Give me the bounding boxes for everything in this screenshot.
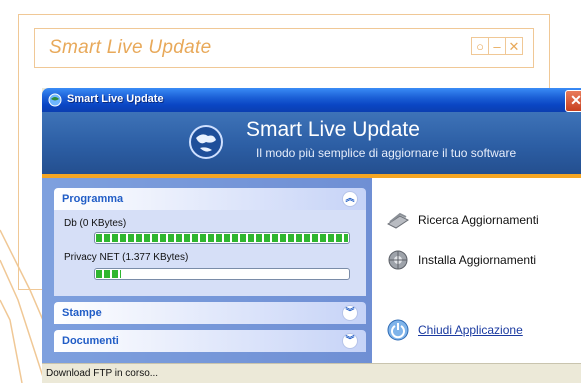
group-body-programma: Db (0 KBytes) Privacy NET (1.377 KBytes) <box>54 210 366 296</box>
search-updates-action[interactable]: Ricerca Aggiornamenti <box>386 208 539 232</box>
app-window: Smart Live Update ✕ Smart Live Update Il… <box>42 88 581 383</box>
background-titlebar: Smart Live Update ○ – ✕ <box>34 28 534 68</box>
background-minimize-icon: – <box>488 37 506 55</box>
actions-panel: Ricerca Aggiornamenti Installa Aggiornam… <box>372 178 581 363</box>
background-close-icon: ✕ <box>505 37 523 55</box>
action-label: Ricerca Aggiornamenti <box>418 213 539 227</box>
group-documenti: Documenti ︾ <box>54 330 366 352</box>
chevron-down-icon[interactable]: ︾ <box>342 333 358 349</box>
app-icon <box>48 93 62 107</box>
group-label: Stampe <box>62 307 102 319</box>
background-title: Smart Live Update <box>49 37 212 58</box>
header-title: Smart Live Update <box>246 118 420 141</box>
status-text: Download FTP in corso... <box>46 368 159 379</box>
task-panel: Programma ︽ Db (0 KBytes) Privacy NET (1… <box>42 178 372 363</box>
install-updates-action[interactable]: Installa Aggiornamenti <box>386 248 536 272</box>
window-title: Smart Live Update <box>67 93 164 105</box>
progress-bar-privacy-net <box>94 268 350 280</box>
window-close-button[interactable]: ✕ <box>565 90 581 112</box>
group-stampe: Stampe ︾ <box>54 302 366 324</box>
status-bar: Download FTP in corso... <box>42 363 581 383</box>
scanner-icon <box>387 212 409 229</box>
chevron-down-icon[interactable]: ︾ <box>342 305 358 321</box>
group-header-documenti[interactable]: Documenti ︾ <box>54 330 366 352</box>
power-icon <box>387 319 409 341</box>
app-header: Smart Live Update Il modo più semplice d… <box>42 112 581 174</box>
action-label: Installa Aggiornamenti <box>418 253 537 267</box>
globe-gear-icon <box>388 250 408 270</box>
chevron-up-icon[interactable]: ︽ <box>342 191 358 207</box>
main-content: Programma ︽ Db (0 KBytes) Privacy NET (1… <box>42 178 581 363</box>
background-window-buttons: ○ – ✕ <box>471 37 523 55</box>
group-label: Programma <box>62 193 124 205</box>
progress-label-privacy-net: Privacy NET (1.377 KBytes) <box>64 252 189 263</box>
group-header-stampe[interactable]: Stampe ︾ <box>54 302 366 324</box>
close-application-action[interactable]: Chiudi Applicazione <box>386 318 523 342</box>
progress-bar-db <box>94 232 350 244</box>
group-label: Documenti <box>62 335 119 347</box>
group-header-programma[interactable]: Programma ︽ <box>54 188 366 210</box>
background-restore-icon: ○ <box>471 37 489 55</box>
header-subtitle: Il modo più semplice di aggiornare il tu… <box>256 146 517 160</box>
globe-icon <box>189 125 223 159</box>
close-application-link[interactable]: Chiudi Applicazione <box>418 323 523 337</box>
window-titlebar[interactable]: Smart Live Update ✕ <box>42 88 581 112</box>
progress-label-db: Db (0 KBytes) <box>64 218 127 229</box>
group-programma: Programma ︽ Db (0 KBytes) Privacy NET (1… <box>54 188 366 296</box>
progress-fill-privacy-net <box>96 270 122 278</box>
progress-fill-db <box>96 234 348 242</box>
